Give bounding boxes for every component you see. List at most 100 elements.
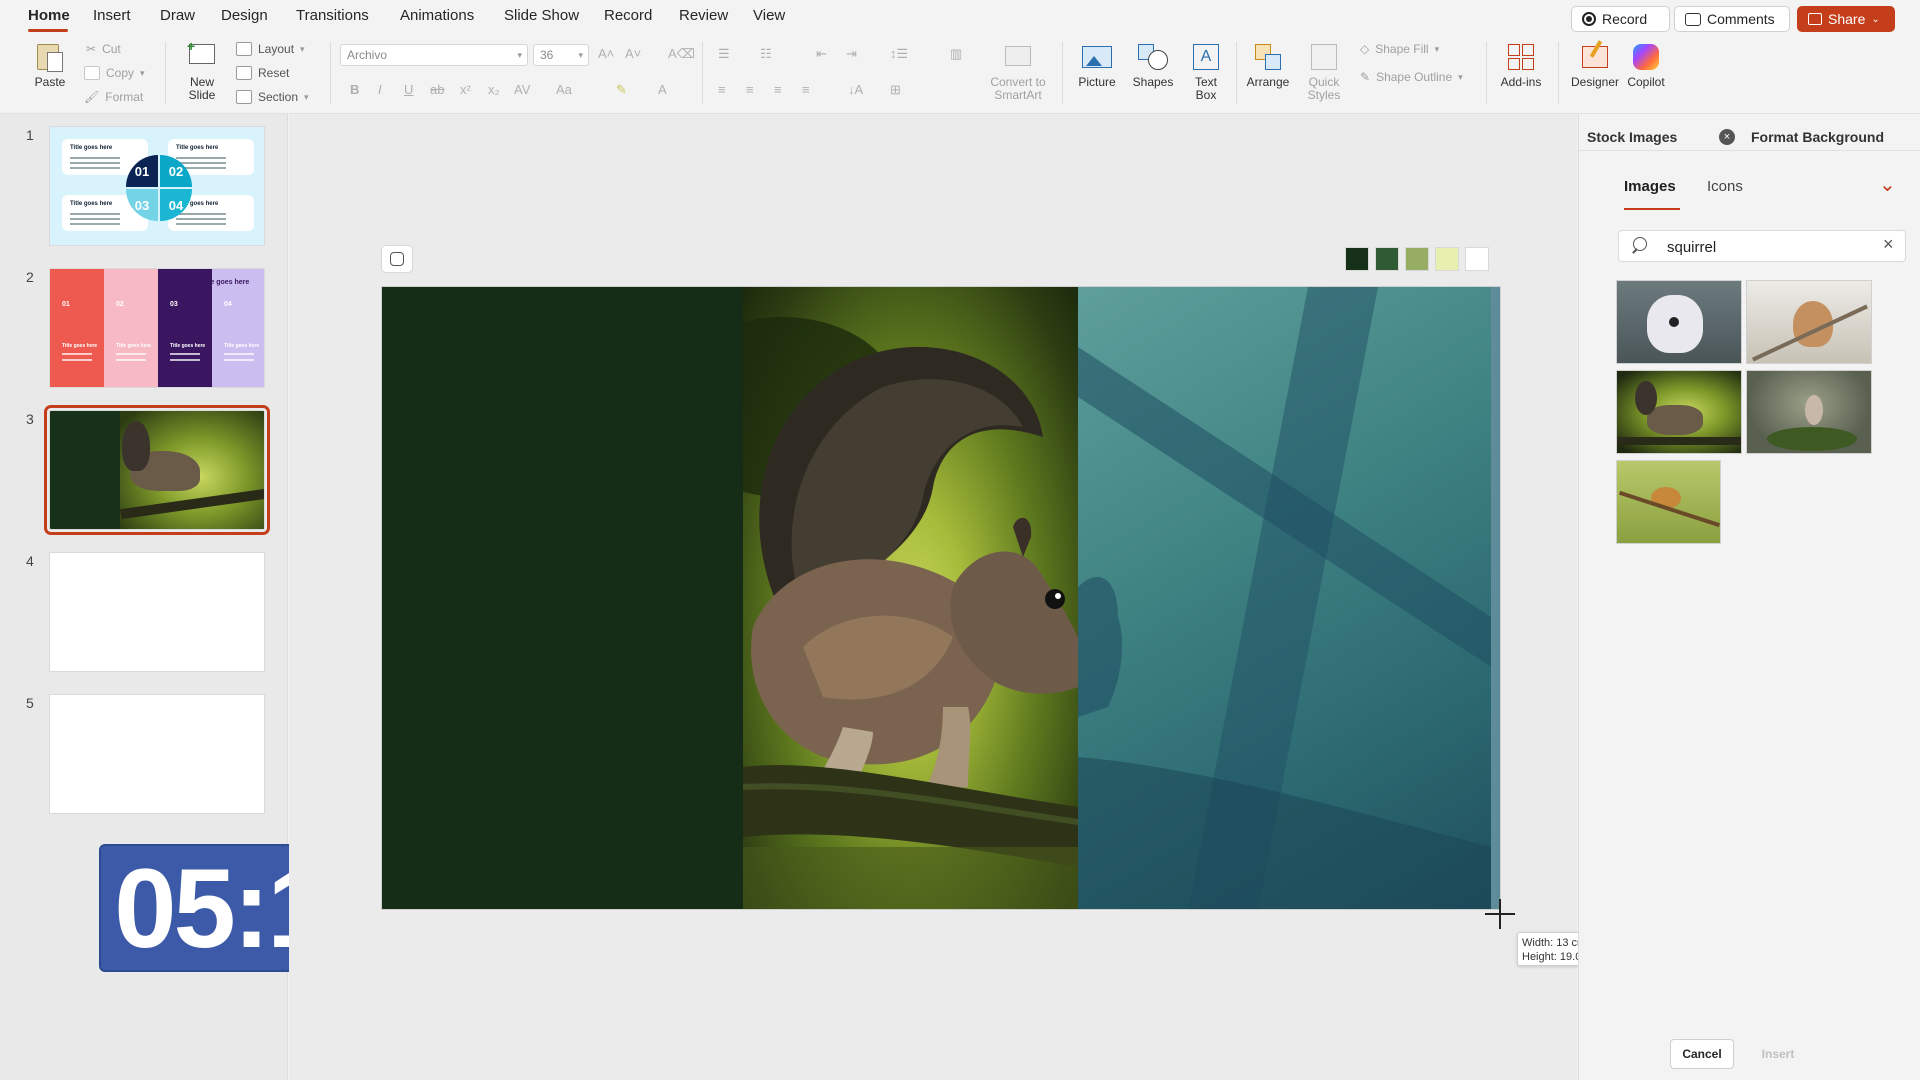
copy-button[interactable]: Copy ▾ xyxy=(84,66,145,80)
align-center-icon[interactable]: ≡ xyxy=(746,82,754,97)
quick-styles-button[interactable]: Quick Styles xyxy=(1300,40,1348,102)
color-swatch[interactable] xyxy=(1435,247,1459,271)
tab-home[interactable]: Home xyxy=(28,7,70,24)
character-spacing-icon[interactable]: AV xyxy=(514,82,530,97)
cut-button[interactable]: ✂ Cut xyxy=(86,42,121,56)
text-direction-icon[interactable]: ↓A xyxy=(848,82,863,97)
tab-view[interactable]: View xyxy=(753,7,785,24)
increase-indent-icon[interactable]: ⇥ xyxy=(846,46,857,62)
tab-insert[interactable]: Insert xyxy=(93,7,131,24)
search-input[interactable] xyxy=(1667,236,1867,258)
columns-icon[interactable]: ▥ xyxy=(950,46,962,62)
record-button[interactable]: Record xyxy=(1571,6,1670,32)
align-left-icon[interactable]: ≡ xyxy=(718,82,726,97)
thumb-column-number: 02 xyxy=(116,301,124,308)
decrease-indent-icon[interactable]: ⇤ xyxy=(816,46,827,62)
convert-to-smartart-button[interactable]: Convert to SmartArt xyxy=(984,40,1052,102)
tab-record[interactable]: Record xyxy=(604,7,652,24)
tab-transitions[interactable]: Transitions xyxy=(296,7,369,24)
tab-animations[interactable]: Animations xyxy=(400,7,474,24)
thumb-column-title: Title goes here xyxy=(62,343,98,349)
pen-icon: ✎ xyxy=(1360,70,1371,84)
current-slide[interactable] xyxy=(381,286,1501,910)
bullets-icon[interactable]: ☰ xyxy=(718,46,730,62)
tab-slide-show[interactable]: Slide Show xyxy=(504,7,579,24)
teal-overlay-rectangle[interactable] xyxy=(1078,287,1491,909)
squirrel-photo[interactable] xyxy=(743,287,1078,909)
subtab-images[interactable]: Images xyxy=(1624,178,1676,195)
shape-fill-button[interactable]: ◇ Shape Fill ▾ xyxy=(1360,42,1439,56)
subtab-icons[interactable]: Icons xyxy=(1707,178,1743,195)
slide-thumbnail-3[interactable] xyxy=(44,405,270,535)
tab-stock-images[interactable]: Stock Images xyxy=(1587,123,1677,151)
line-spacing-icon[interactable]: ↕☰ xyxy=(890,46,908,62)
change-case-icon[interactable]: Aa xyxy=(556,82,572,97)
thumb-column: 02 Title goes here xyxy=(104,269,158,387)
font-name-dropdown[interactable]: Archivo ▾ xyxy=(340,44,528,66)
color-swatch[interactable] xyxy=(1375,247,1399,271)
color-swatch[interactable] xyxy=(1465,247,1489,271)
clear-formatting-icon[interactable]: A⌫ xyxy=(668,46,695,62)
share-button[interactable]: Share ⌄ xyxy=(1797,6,1895,32)
designer-button[interactable]: Designer xyxy=(1568,40,1622,89)
slide-thumbnail-2[interactable]: 01 Title goes here 02 Title goes here 03 Ti… xyxy=(49,268,265,388)
numbering-icon[interactable]: ☷ xyxy=(760,46,772,62)
new-slide-button[interactable]: + New Slide xyxy=(176,39,228,102)
layout-button[interactable]: Layout ▾ xyxy=(236,42,305,56)
bold-icon[interactable]: B xyxy=(350,82,359,97)
superscript-icon[interactable]: x² xyxy=(460,82,471,97)
text-box-button[interactable]: A Text Box xyxy=(1184,40,1228,102)
reset-button[interactable]: Reset xyxy=(236,66,289,80)
copilot-button[interactable]: Copilot xyxy=(1620,40,1672,89)
underline-icon[interactable]: U xyxy=(404,82,413,97)
cancel-button[interactable]: Cancel xyxy=(1670,1039,1734,1069)
stock-image-result[interactable] xyxy=(1616,280,1742,364)
highlight-icon[interactable]: ✎ xyxy=(616,82,627,98)
italic-icon[interactable]: I xyxy=(378,82,382,97)
shapes-icon xyxy=(1136,40,1170,72)
slide-thumbnail-1[interactable]: Title goes here Title goes here Title go… xyxy=(49,126,265,246)
close-icon[interactable]: × xyxy=(1719,129,1735,145)
tab-review[interactable]: Review xyxy=(679,7,728,24)
increase-font-icon[interactable]: A˄ xyxy=(598,46,614,61)
stock-image-result[interactable] xyxy=(1616,370,1742,454)
chevron-down-icon[interactable]: ⌄ xyxy=(1879,172,1896,197)
format-painter-button[interactable]: 🖌 Format xyxy=(84,90,143,104)
shapes-button[interactable]: Shapes xyxy=(1128,40,1178,89)
strikethrough-icon[interactable]: ab xyxy=(430,82,444,97)
color-swatch[interactable] xyxy=(1405,247,1429,271)
insert-button[interactable]: Insert xyxy=(1746,1039,1810,1069)
designer-label: Designer xyxy=(1570,75,1620,89)
slide-thumbnail-5[interactable] xyxy=(49,694,265,814)
stock-image-result[interactable] xyxy=(1616,460,1721,544)
color-swatch[interactable] xyxy=(1345,247,1369,271)
arrange-button[interactable]: Arrange xyxy=(1242,40,1294,89)
clear-search-icon[interactable]: × xyxy=(1883,234,1894,255)
justify-icon[interactable]: ≡ xyxy=(802,82,810,97)
subscript-icon[interactable]: x₂ xyxy=(488,82,500,97)
comments-button[interactable]: Comments xyxy=(1674,6,1790,32)
new-slide-icon: + xyxy=(185,39,219,72)
decrease-font-icon[interactable]: A˅ xyxy=(625,46,641,61)
font-color-icon[interactable]: A xyxy=(658,82,667,97)
stock-image-result[interactable] xyxy=(1746,370,1872,454)
tab-format-background[interactable]: Format Background xyxy=(1751,123,1884,151)
overlay-resize-edge[interactable] xyxy=(1491,287,1500,909)
shape-outline-button[interactable]: ✎ Shape Outline ▾ xyxy=(1360,70,1463,84)
font-size-dropdown[interactable]: 36 ▾ xyxy=(533,44,589,66)
align-right-icon[interactable]: ≡ xyxy=(774,82,782,97)
thumb-column-title: Title goes here xyxy=(224,343,260,349)
thumb-column: 04 Title goes here xyxy=(212,269,264,387)
slide-thumbnail-4[interactable] xyxy=(49,552,265,672)
paste-button[interactable]: Paste xyxy=(30,40,70,89)
picture-button[interactable]: Picture xyxy=(1072,40,1122,89)
arrange-icon xyxy=(1251,40,1285,72)
add-ins-button[interactable]: Add-ins xyxy=(1496,40,1546,89)
overlay-branch-silhouette xyxy=(1078,287,1491,909)
stock-image-result[interactable] xyxy=(1746,280,1872,364)
copilot-floating-button[interactable] xyxy=(381,245,413,273)
tab-design[interactable]: Design xyxy=(221,7,268,24)
tab-draw[interactable]: Draw xyxy=(160,7,195,24)
align-text-icon[interactable]: ⊞ xyxy=(890,82,901,98)
section-button[interactable]: Section ▾ xyxy=(236,90,309,104)
